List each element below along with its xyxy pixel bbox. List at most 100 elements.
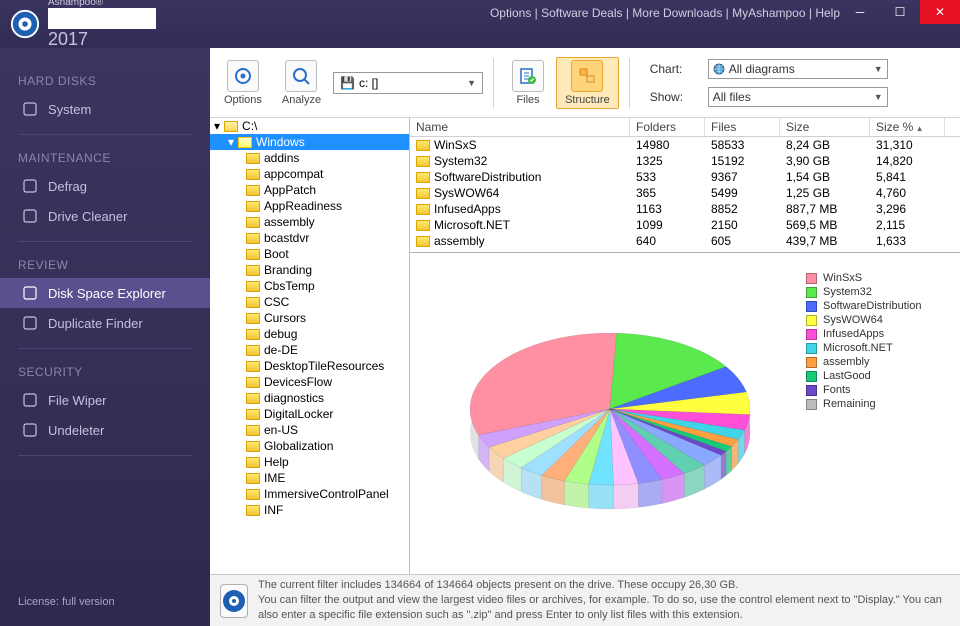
legend-item[interactable]: SysWOW64 xyxy=(806,313,948,327)
legend-item[interactable]: LastGood xyxy=(806,369,948,383)
sidebar-section-title: REVIEW xyxy=(0,252,210,278)
filelist-row[interactable]: Microsoft.NET10992150569,5 MB2,115 xyxy=(410,217,960,233)
sidebar-item[interactable]: Undeleter xyxy=(0,415,210,445)
top-menu: Options | Software Deals | More Download… xyxy=(490,6,840,20)
tree-item[interactable]: AppPatch xyxy=(210,182,409,198)
legend-item[interactable]: Fonts xyxy=(806,383,948,397)
chart-legend: WinSxSSystem32SoftwareDistributionSysWOW… xyxy=(802,261,952,566)
maximize-button[interactable]: ☐ xyxy=(880,0,920,24)
app-logo-icon xyxy=(10,9,40,39)
tree-item[interactable]: appcompat xyxy=(210,166,409,182)
legend-item[interactable]: WinSxS xyxy=(806,271,948,285)
filelist-row[interactable]: WinSxS14980585338,24 GB31,310 xyxy=(410,137,960,153)
topmenu-item[interactable]: Software Deals xyxy=(541,6,622,20)
chart-label: Chart: xyxy=(650,62,700,76)
legend-swatch xyxy=(806,343,817,354)
sidebar-section-title: SECURITY xyxy=(0,359,210,385)
folder-icon xyxy=(416,188,430,199)
tree-item[interactable]: diagnostics xyxy=(210,390,409,406)
folder-icon xyxy=(416,156,430,167)
tree-item[interactable]: DevicesFlow xyxy=(210,374,409,390)
window-controls: ─ ☐ ✕ xyxy=(840,0,960,24)
sidebar-item[interactable]: Duplicate Finder xyxy=(0,308,210,338)
chart-area: WinSxSSystem32SoftwareDistributionSysWOW… xyxy=(410,253,960,574)
analyze-button[interactable]: Analyze xyxy=(274,58,329,108)
info-disk-icon xyxy=(220,584,248,618)
sidebar-item[interactable]: Defrag xyxy=(0,171,210,201)
tree-item[interactable]: Help xyxy=(210,454,409,470)
filelist-header[interactable]: NameFoldersFilesSizeSize % xyxy=(410,118,960,137)
shred-icon xyxy=(22,392,38,408)
folder-icon xyxy=(416,236,430,247)
status-text: The current filter includes 134664 of 13… xyxy=(258,578,950,623)
sidebar-item[interactable]: System xyxy=(0,94,210,124)
legend-item[interactable]: assembly xyxy=(806,355,948,369)
chevron-down-icon: ▼ xyxy=(874,64,883,74)
tree-item[interactable]: IME xyxy=(210,470,409,486)
tree-item[interactable]: Branding xyxy=(210,262,409,278)
main-panel: Options Analyze 💾 c: [] ▼ Files Structur… xyxy=(210,48,960,626)
minimize-button[interactable]: ─ xyxy=(840,0,880,24)
tree-item[interactable]: ImmersiveControlPanel xyxy=(210,486,409,502)
files-tab[interactable]: Files xyxy=(504,58,552,108)
legend-swatch xyxy=(806,287,817,298)
filelist-row[interactable]: SysWOW6436554991,25 GB4,760 xyxy=(410,185,960,201)
chevron-down-icon: ▼ xyxy=(874,92,883,102)
tree-item[interactable]: Cursors xyxy=(210,310,409,326)
topmenu-item[interactable]: Options xyxy=(490,6,531,20)
legend-swatch xyxy=(806,385,817,396)
tree-item[interactable]: assembly xyxy=(210,214,409,230)
show-combo[interactable]: All files▼ xyxy=(708,87,888,107)
tree-item[interactable]: addins xyxy=(210,150,409,166)
tree-item[interactable]: de-DE xyxy=(210,342,409,358)
pie-chart[interactable] xyxy=(418,261,802,566)
monitor-icon xyxy=(22,101,38,117)
toolbar: Options Analyze 💾 c: [] ▼ Files Structur… xyxy=(210,48,960,118)
tree-item[interactable]: INF xyxy=(210,502,409,518)
filelist-row[interactable]: System321325151923,90 GB14,820 xyxy=(410,153,960,169)
filelist-row[interactable]: InfusedApps11638852887,7 MB3,296 xyxy=(410,201,960,217)
folder-icon xyxy=(416,172,430,183)
sidebar-item[interactable]: Disk Space Explorer xyxy=(0,278,210,308)
close-button[interactable]: ✕ xyxy=(920,0,960,24)
tree-item[interactable]: debug xyxy=(210,326,409,342)
tree-item[interactable]: en-US xyxy=(210,422,409,438)
topmenu-item[interactable]: MyAshampoo xyxy=(732,6,805,20)
folder-icon xyxy=(416,220,430,231)
tree-root[interactable]: ▾C:\ xyxy=(210,118,409,134)
tree-item[interactable]: AppReadiness xyxy=(210,198,409,214)
legend-swatch xyxy=(806,273,817,284)
license-label: License: full version xyxy=(0,584,210,626)
tree-item[interactable]: CbsTemp xyxy=(210,278,409,294)
drive-icon: 💾 xyxy=(340,76,355,90)
structure-icon xyxy=(571,60,603,92)
legend-item[interactable]: Microsoft.NET xyxy=(806,341,948,355)
tree-item[interactable]: DesktopTileResources xyxy=(210,358,409,374)
undo-icon xyxy=(22,422,38,438)
legend-item[interactable]: SoftwareDistribution xyxy=(806,299,948,313)
filelist-row[interactable]: SoftwareDistribution53393671,54 GB5,841 xyxy=(410,169,960,185)
topmenu-item[interactable]: Help xyxy=(815,6,840,20)
chart-combo[interactable]: All diagrams▼ xyxy=(708,59,888,79)
options-button[interactable]: Options xyxy=(216,58,270,108)
folder-tree[interactable]: ▾C:\▾WindowsaddinsappcompatAppPatchAppRe… xyxy=(210,118,410,574)
tree-item[interactable]: Globalization xyxy=(210,438,409,454)
drive-selector[interactable]: 💾 c: [] ▼ xyxy=(333,72,483,94)
legend-item[interactable]: InfusedApps xyxy=(806,327,948,341)
sidebar-item[interactable]: Drive Cleaner xyxy=(0,201,210,231)
file-list[interactable]: NameFoldersFilesSizeSize %WinSxS14980585… xyxy=(410,118,960,253)
filelist-row[interactable]: assembly640605439,7 MB1,633 xyxy=(410,233,960,249)
tree-item[interactable]: ▾Windows xyxy=(210,134,409,150)
tree-item[interactable]: bcastdvr xyxy=(210,230,409,246)
tree-item[interactable]: CSC xyxy=(210,294,409,310)
legend-item[interactable]: System32 xyxy=(806,285,948,299)
topmenu-item[interactable]: More Downloads xyxy=(632,6,722,20)
files-icon xyxy=(512,60,544,92)
pie-icon xyxy=(22,285,38,301)
tree-item[interactable]: Boot xyxy=(210,246,409,262)
structure-tab[interactable]: Structure xyxy=(556,57,619,109)
magnify-disk-icon xyxy=(285,60,317,92)
sidebar-item[interactable]: File Wiper xyxy=(0,385,210,415)
legend-item[interactable]: Remaining xyxy=(806,397,948,411)
tree-item[interactable]: DigitalLocker xyxy=(210,406,409,422)
